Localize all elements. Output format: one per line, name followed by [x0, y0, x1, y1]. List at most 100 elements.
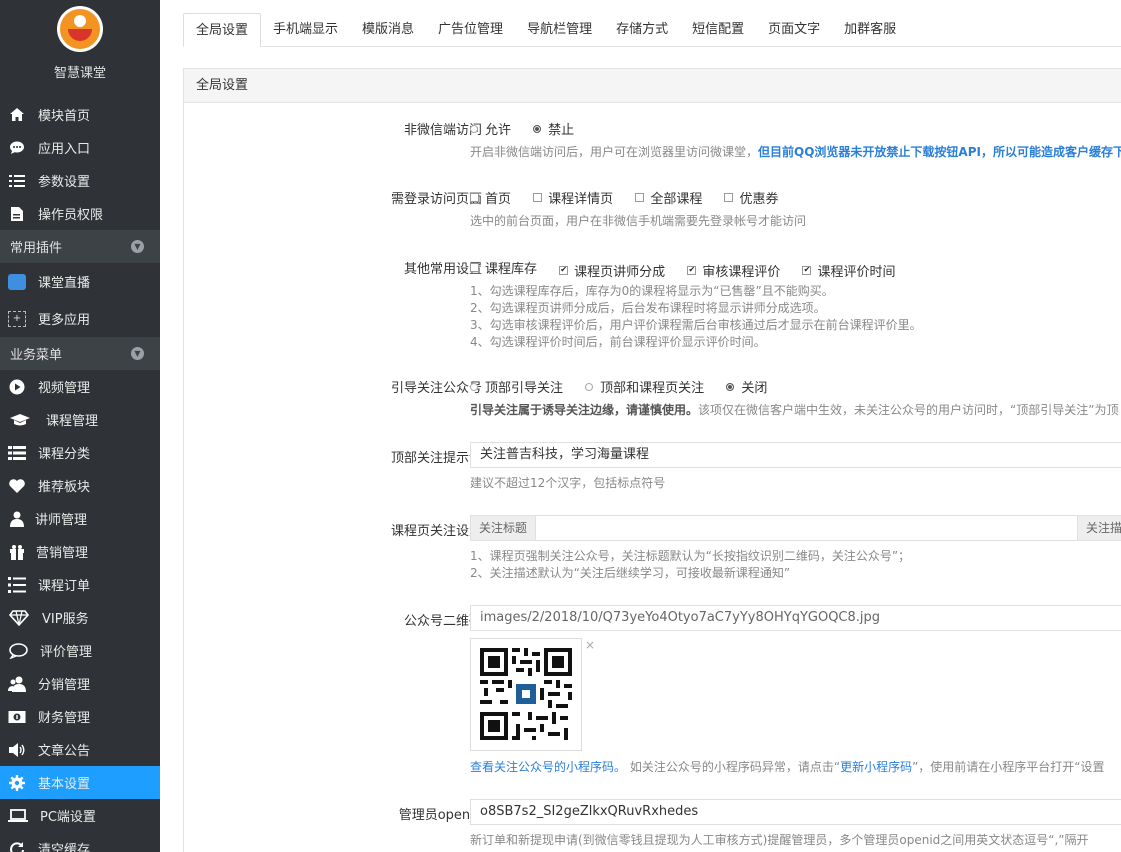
sidebar-item-label: VIP服务	[42, 612, 89, 627]
sidebar-item-label: 财务管理	[38, 711, 91, 726]
list-icon	[8, 444, 26, 462]
sidebar-group-label: 业务菜单	[10, 348, 63, 363]
sidebar-item-finance[interactable]: 财务管理	[0, 700, 160, 733]
course-follow-title-input[interactable]	[470, 515, 1121, 541]
view-miniprogram-code-link[interactable]: 查看关注公众号的小程序码。	[470, 760, 626, 774]
tab-group-service[interactable]: 加群客服	[832, 13, 908, 47]
radio-label: 顶部引导关注	[485, 381, 564, 396]
checkbox-all-courses[interactable]: 全部课程	[635, 188, 702, 207]
sidebar-item-params[interactable]: 参数设置	[0, 164, 160, 197]
radio-label: 允许	[485, 123, 512, 138]
help-line: 1、勾选课程库存后，库存为0的课程将显示为“已售罄”且不能购买。	[470, 284, 834, 298]
radio-circle	[585, 382, 594, 391]
help-line: 2、勾选课程页讲师分成后，后台发布课程时将显示讲师分成选项。	[470, 301, 826, 315]
checkbox-label: 课程详情页	[548, 192, 614, 207]
sidebar-item-label: 文章公告	[38, 744, 91, 759]
chevron-down-icon: ▼	[131, 347, 144, 360]
checkbox-course-stock[interactable]: 课程库存	[470, 258, 537, 277]
radio-circle-checked	[726, 382, 735, 391]
checkbox-coupon[interactable]: 优惠券	[724, 188, 778, 207]
radio-allow[interactable]: 允许	[470, 119, 511, 138]
sidebar-item-distribution[interactable]: 分销管理	[0, 667, 160, 700]
radio-label: 顶部和课程页关注	[600, 381, 705, 396]
checkbox-course-detail[interactable]: 课程详情页	[533, 188, 613, 207]
tab-ad-management[interactable]: 广告位管理	[426, 13, 515, 47]
radio-circle	[470, 382, 478, 391]
checkbox-label: 课程评价时间	[817, 264, 896, 280]
checkbox-checked: ✔	[802, 265, 812, 275]
sidebar-item-label: 分销管理	[38, 678, 91, 693]
checkbox-checked: ✔	[687, 265, 697, 275]
list-icon	[8, 172, 26, 190]
sidebar-item-operator[interactable]: 操作员权限	[0, 197, 160, 230]
radio-forbid[interactable]: 禁止	[533, 119, 574, 138]
sidebar-group-plugins[interactable]: 常用插件 ▼	[0, 230, 160, 263]
sidebar-item-label: 操作员权限	[38, 208, 104, 223]
sidebar-group-business[interactable]: 业务菜单 ▼	[0, 337, 160, 370]
help-line: 4、勾选课程评价时间后，前台课程评价显示评价时间。	[470, 335, 766, 349]
help-line: 3、勾选审核课程评价后，用户评价课程需后台审核通过后才显示在前台课程评价里。	[470, 318, 922, 332]
checkbox-teacher-share[interactable]: ✔ 课程页讲师分成	[559, 261, 665, 280]
help-qrcode: 查看关注公众号的小程序码。 如关注公众号的小程序码异常，请点击“更新小程序码”，…	[470, 759, 1105, 776]
radio-circle-checked	[533, 124, 542, 133]
help-course-follow: 1、课程页强制关注公众号，关注标题默认为“长按指纹识别二维码，关注公众号”； 2…	[470, 548, 910, 582]
chat-icon	[8, 139, 26, 157]
qrcode-remove-button[interactable]: ×	[585, 638, 595, 652]
tab-storage[interactable]: 存储方式	[604, 13, 680, 47]
main-content: 全局设置 手机端显示 模版消息 广告位管理 导航栏管理 存储方式 短信配置 页面…	[160, 0, 1121, 852]
sidebar-item-more-apps[interactable]: + 更多应用	[0, 300, 160, 337]
chevron-down-icon: ▼	[131, 240, 144, 253]
checkbox-home[interactable]: 首页	[470, 188, 511, 207]
checkbox-label: 优惠券	[739, 192, 779, 207]
sidebar-group-label: 常用插件	[10, 241, 63, 256]
tab-sms-config[interactable]: 短信配置	[680, 13, 756, 47]
checkbox-label: 审核课程评价	[702, 264, 781, 280]
sidebar-item-module-home[interactable]: 模块首页	[0, 98, 160, 131]
help-line: 2、关注描述默认为“关注后继续学习，可接收最新课程通知”	[470, 566, 791, 580]
checkbox-label: 课程库存	[485, 262, 538, 277]
help-warning: 引导关注属于诱导关注边缘，请谨慎使用。	[470, 403, 699, 417]
checkbox-comment-time[interactable]: ✔ 课程评价时间	[802, 261, 895, 280]
brand-logo	[57, 6, 103, 52]
refresh-icon	[8, 840, 26, 852]
radio-close[interactable]: 关闭	[726, 377, 767, 396]
brand-name: 智慧课堂	[53, 66, 106, 81]
sidebar-item-articles[interactable]: 文章公告	[0, 733, 160, 766]
sidebar-item-marketing[interactable]: 营销管理	[0, 535, 160, 568]
sidebar-item-video[interactable]: 视频管理	[0, 370, 160, 403]
sidebar-item-vip[interactable]: VIP服务	[0, 601, 160, 634]
sidebar-item-teacher[interactable]: 讲师管理	[0, 502, 160, 535]
sidebar-item-pc-settings[interactable]: PC端设置	[0, 799, 160, 832]
sidebar-item-label: 更多应用	[38, 313, 91, 328]
checkbox-label: 首页	[485, 192, 512, 207]
tab-page-text[interactable]: 页面文字	[756, 13, 832, 47]
sidebar-item-label: 参数设置	[38, 175, 91, 190]
sidebar-item-basic-settings[interactable]: 基本设置	[0, 766, 160, 799]
tab-global-settings[interactable]: 全局设置	[183, 13, 262, 47]
admin-openid-input[interactable]: o8SB7s2_SI2geZlkxQRuvRxhedes	[470, 799, 1121, 825]
update-miniprogram-code-link[interactable]: 更新小程序码	[840, 760, 912, 774]
home-icon	[8, 106, 26, 124]
sidebar-item-recommend[interactable]: 推荐板块	[0, 469, 160, 502]
radio-top-follow[interactable]: 顶部引导关注	[470, 377, 563, 396]
help-text: 如关注公众号的小程序码异常，请点击“	[626, 760, 841, 774]
sidebar-item-course[interactable]: 课程管理	[0, 403, 160, 436]
radio-top-and-course-follow[interactable]: 顶部和课程页关注	[585, 377, 704, 396]
help-top-tip: 建议不超过12个汉字，包括标点符号	[470, 476, 666, 490]
sidebar-item-app-entry[interactable]: 应用入口	[0, 131, 160, 164]
graduation-cap-icon	[8, 411, 32, 429]
sidebar-item-live[interactable]: 课堂直播	[0, 263, 160, 300]
sidebar-item-category[interactable]: 课程分类	[0, 436, 160, 469]
follow-desc-addon: 关注描	[1077, 515, 1121, 541]
sidebar-item-orders[interactable]: 课程订单	[0, 568, 160, 601]
sidebar-item-comment[interactable]: 评价管理	[0, 634, 160, 667]
sidebar-item-label: 营销管理	[36, 546, 89, 561]
top-tip-input[interactable]: 关注普吉科技，学习海量课程	[470, 442, 1121, 468]
checkbox-review-comments[interactable]: ✔ 审核课程评价	[687, 261, 780, 280]
tab-navbar-management[interactable]: 导航栏管理	[515, 13, 604, 47]
tab-mobile-display[interactable]: 手机端显示	[261, 13, 350, 47]
tab-template-message[interactable]: 模版消息	[350, 13, 426, 47]
panel-title: 全局设置	[184, 69, 1121, 103]
sidebar-item-clear-cache[interactable]: 清空缓存	[0, 832, 160, 852]
qrcode-path-input[interactable]: images/2/2018/10/Q73yeYo4Otyo7aC7yYy8OHY…	[470, 605, 1121, 631]
